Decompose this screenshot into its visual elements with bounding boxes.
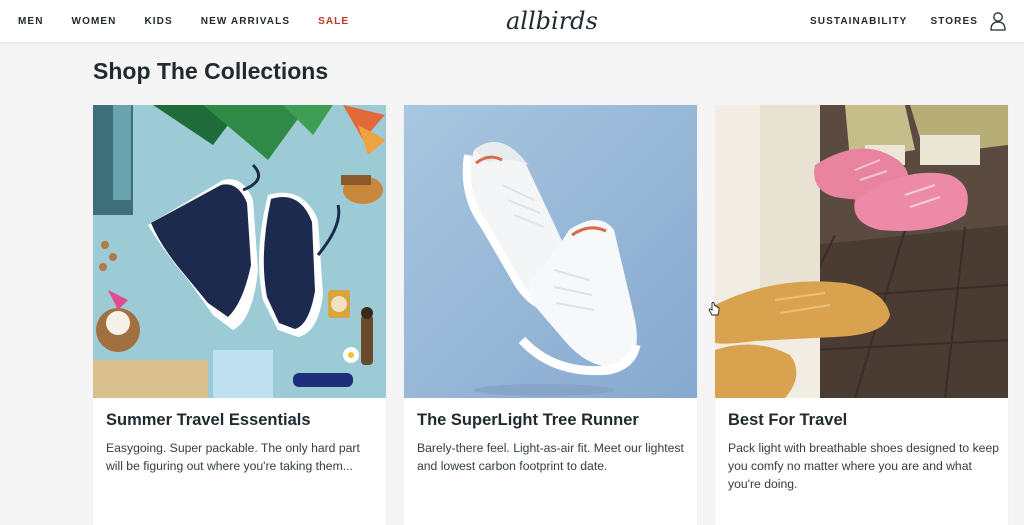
pink-tan-sneakers-illustration xyxy=(715,105,1008,398)
nav-link-men[interactable]: MEN xyxy=(18,16,44,27)
nav-link-stores[interactable]: STORES xyxy=(930,16,978,27)
top-navigation: MEN WOMEN KIDS NEW ARRIVALS SALE allbird… xyxy=(0,0,1024,42)
card-description: Barely-there feel. Light-as-air fit. Mee… xyxy=(417,441,684,473)
allbirds-logo[interactable]: allbirds xyxy=(502,5,602,39)
card-title: The SuperLight Tree Runner xyxy=(417,411,639,429)
card-description: Easygoing. Super packable. The only hard… xyxy=(106,441,360,473)
collection-card-summer-travel[interactable]: Summer Travel Essentials Easygoing. Supe… xyxy=(93,105,386,525)
nav-link-sale[interactable]: SALE xyxy=(318,16,349,27)
white-sneakers-illustration xyxy=(404,105,697,398)
nav-link-new-arrivals[interactable]: NEW ARRIVALS xyxy=(201,16,290,27)
account-icon[interactable] xyxy=(990,11,1006,31)
card-description: Pack light with breathable shoes designe… xyxy=(728,441,1000,491)
card-image-white-sneakers[interactable] xyxy=(404,105,697,398)
card-image-pink-tan-sneakers[interactable] xyxy=(715,105,1008,398)
card-title: Summer Travel Essentials xyxy=(106,411,311,429)
collection-card-best-for-travel[interactable]: Best For Travel Pack light with breathab… xyxy=(715,105,1008,525)
section-heading: Shop The Collections xyxy=(93,58,329,84)
card-title: Best For Travel xyxy=(728,411,848,429)
hand-pointer-icon xyxy=(708,302,720,316)
nav-link-sustainability[interactable]: SUSTAINABILITY xyxy=(810,16,907,27)
primary-nav: MEN WOMEN KIDS NEW ARRIVALS SALE xyxy=(18,0,377,42)
nav-link-women[interactable]: WOMEN xyxy=(72,16,117,27)
collection-card-superlight-tree-runner[interactable]: The SuperLight Tree Runner Barely-there … xyxy=(404,105,697,525)
secondary-nav: SUSTAINABILITY STORES xyxy=(787,0,1006,42)
logo-text: allbirds xyxy=(506,7,598,35)
card-image-navy-sneakers[interactable] xyxy=(93,105,386,398)
navy-sneakers-illustration xyxy=(93,105,386,398)
nav-link-kids[interactable]: KIDS xyxy=(144,16,172,27)
